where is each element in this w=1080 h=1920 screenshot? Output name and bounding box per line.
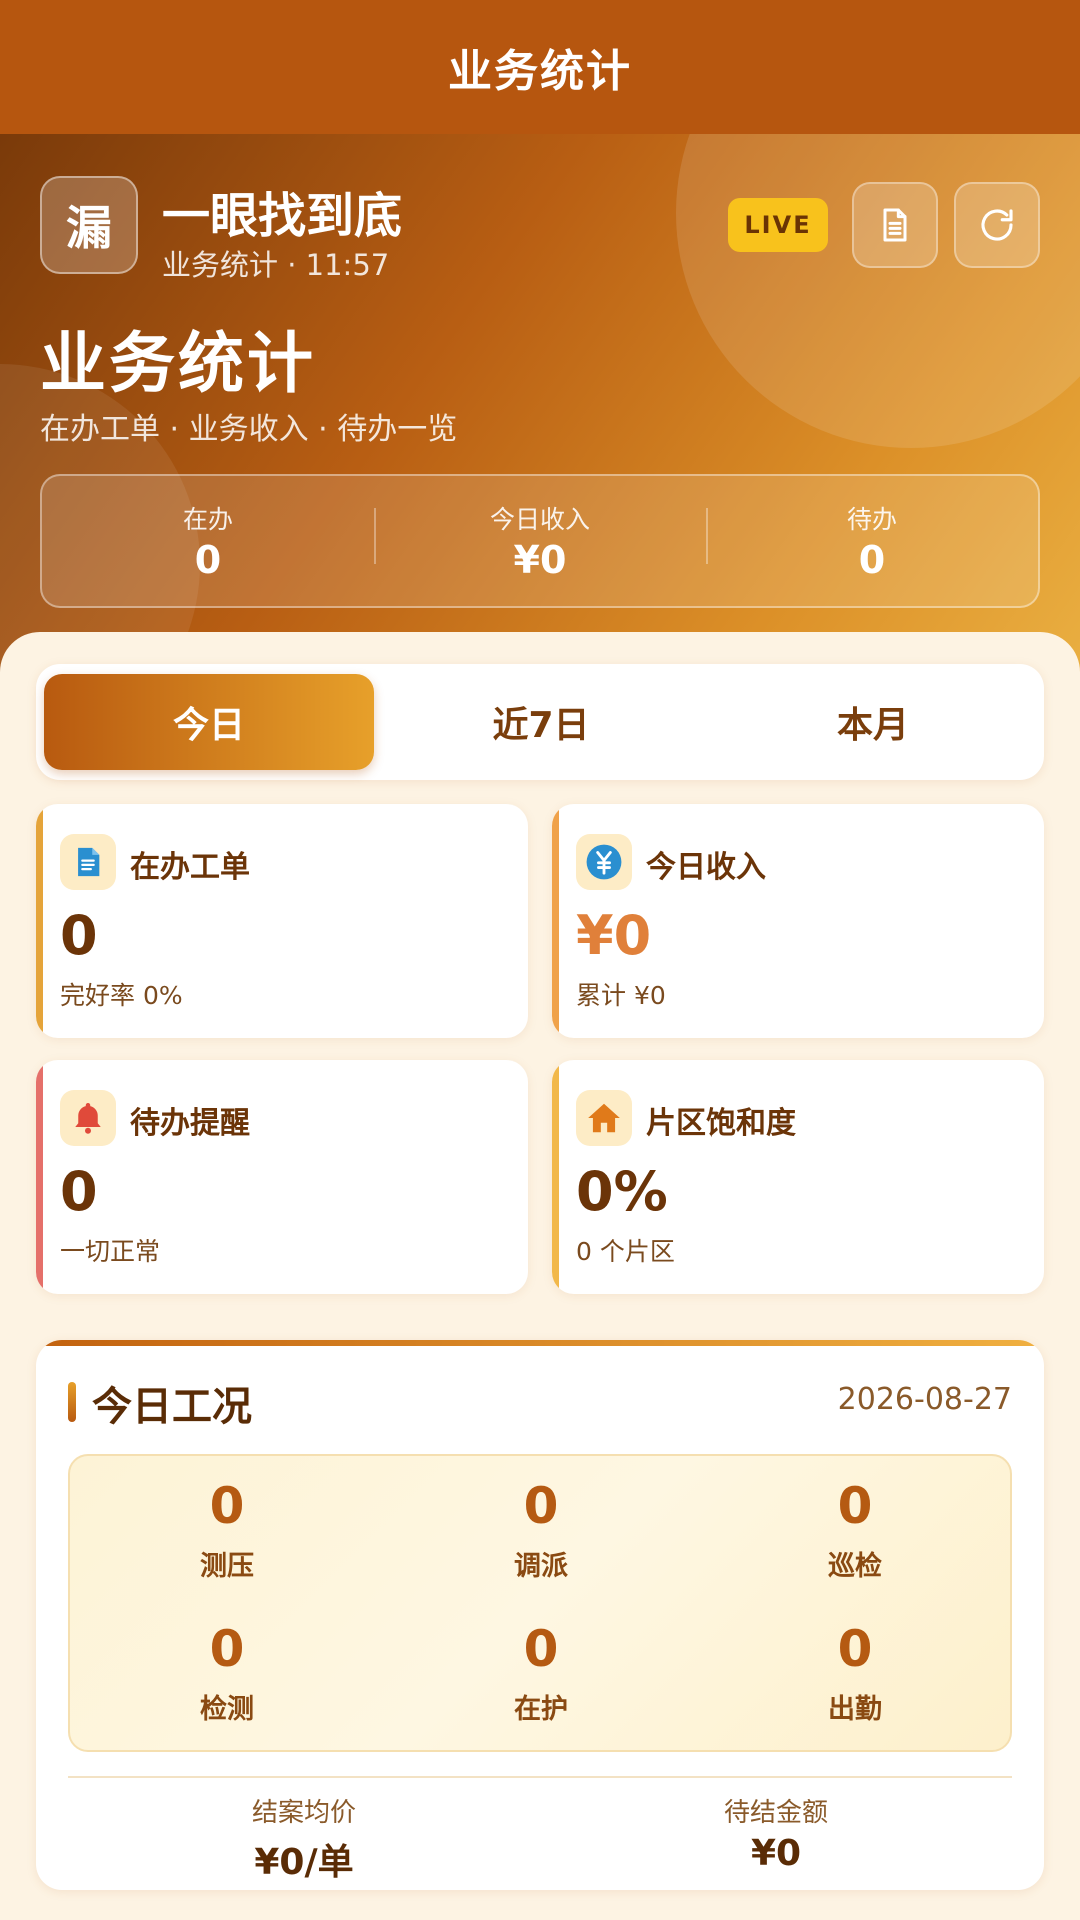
yuan-icon xyxy=(586,844,622,880)
summary-label: 待办 xyxy=(846,505,897,534)
live-badge: LIVE xyxy=(728,198,828,252)
card-subtext: 完好率 0% xyxy=(60,981,183,1010)
card-title: 今日收入 xyxy=(646,850,766,885)
pending-settlement-amount: 待结金额 ¥0 xyxy=(540,1792,1012,1874)
work-stat-value: 0 xyxy=(209,1477,245,1535)
work-stat-attendance[interactable]: 0 出勤 xyxy=(698,1619,1012,1726)
work-stat-label: 巡检 xyxy=(828,1551,882,1582)
stat-card-open-orders[interactable]: 在办工单 0 完好率 0% xyxy=(36,804,528,1038)
card-subtext: 一切正常 xyxy=(60,1237,161,1266)
summary-panel: 在办 0 今日收入 ¥0 待办 0 xyxy=(40,474,1040,608)
hero-header: 漏 一眼找到底 业务统计 · 11:57 LIVE 业务统计 在办工单 · 业务… xyxy=(0,134,1080,694)
stat-card-todo-reminder[interactable]: 待办提醒 0 一切正常 xyxy=(36,1060,528,1294)
card-value: 0 xyxy=(60,904,98,967)
work-stat-detection[interactable]: 0 检测 xyxy=(70,1619,384,1726)
document-icon xyxy=(78,847,100,877)
card-icon-box xyxy=(576,834,632,890)
nav-title: 业务统计 xyxy=(448,46,632,97)
work-stat-patrol[interactable]: 0 巡检 xyxy=(698,1476,1012,1583)
work-stat-label: 检测 xyxy=(200,1694,254,1725)
summary-in-progress: 在办 0 xyxy=(42,500,374,582)
footer-label: 待结金额 xyxy=(723,1798,828,1828)
section-date: 2026-08-27 xyxy=(837,1382,1012,1417)
work-stat-dispatch[interactable]: 0 调派 xyxy=(384,1476,698,1583)
work-stat-value: 0 xyxy=(523,1477,559,1535)
divider xyxy=(68,1776,1012,1778)
bell-icon xyxy=(75,1103,101,1134)
work-stat-value: 0 xyxy=(209,1620,245,1678)
card-value: 0% xyxy=(576,1160,668,1223)
app-logo: 漏 xyxy=(40,176,138,274)
tab-this-month[interactable]: 本月 xyxy=(708,674,1038,770)
summary-income: 今日收入 ¥0 xyxy=(374,500,706,582)
document-icon xyxy=(883,208,907,242)
refresh-icon xyxy=(981,209,1013,241)
card-value: ¥0 xyxy=(576,904,652,967)
summary-value: 0 xyxy=(858,538,886,582)
summary-todo: 待办 0 xyxy=(706,500,1038,582)
footer-label: 结案均价 xyxy=(251,1798,356,1828)
card-subtext: 累计 ¥0 xyxy=(576,981,666,1010)
work-stat-pressure-test[interactable]: 0 测压 xyxy=(70,1476,384,1583)
work-stat-label: 调派 xyxy=(514,1551,568,1582)
footer-value: ¥0 xyxy=(750,1833,802,1874)
footer-value: ¥0/单 xyxy=(254,1842,354,1883)
tab-last-7-days[interactable]: 近7日 xyxy=(376,674,706,770)
card-value: 0 xyxy=(60,1160,98,1223)
stat-card-income[interactable]: 今日收入 ¥0 累计 ¥0 xyxy=(552,804,1044,1038)
section-title: 今日工况 xyxy=(92,1384,252,1430)
work-stat-value: 0 xyxy=(837,1477,873,1535)
stat-card-area-saturation[interactable]: 片区饱和度 0% 0 个片区 xyxy=(552,1060,1044,1294)
nav-bar: 业务统计 xyxy=(0,0,1080,134)
work-stat-label: 在护 xyxy=(514,1694,568,1725)
home-icon xyxy=(588,1103,620,1133)
summary-label: 在办 xyxy=(182,505,233,534)
card-icon-box xyxy=(576,1090,632,1146)
tab-today[interactable]: 今日 xyxy=(44,674,374,770)
summary-value: 0 xyxy=(194,538,222,582)
card-title: 待办提醒 xyxy=(130,1106,250,1141)
summary-label: 今日收入 xyxy=(489,505,590,534)
card-icon-box xyxy=(60,834,116,890)
card-title: 片区饱和度 xyxy=(646,1106,796,1141)
app-name: 一眼找到底 xyxy=(162,188,403,244)
today-work-panel: 今日工况 2026-08-27 0 测压 0 调派 0 巡检 0 检测 0 在护 xyxy=(36,1340,1044,1890)
card-icon-box xyxy=(60,1090,116,1146)
work-stat-maintenance[interactable]: 0 在护 xyxy=(384,1619,698,1726)
app-subtitle: 业务统计 · 11:57 xyxy=(162,248,390,282)
card-title: 在办工单 xyxy=(130,850,250,885)
avg-closing-price: 结案均价 ¥0/单 xyxy=(68,1792,540,1885)
card-subtext: 0 个片区 xyxy=(576,1237,675,1266)
content-sheet: 今日 近7日 本月 在办工单 0 完好率 0% 今日收入 ¥0 累计 ¥0 待办… xyxy=(0,632,1080,1920)
work-stats-grid: 0 测压 0 调派 0 巡检 0 检测 0 在护 0 出勤 xyxy=(68,1454,1012,1752)
period-tabs: 今日 近7日 本月 xyxy=(36,664,1044,780)
page-tagline: 在办工单 · 业务收入 · 待办一览 xyxy=(40,412,458,447)
work-stat-label: 出勤 xyxy=(828,1694,882,1725)
page-title: 业务统计 xyxy=(40,325,316,402)
work-stat-value: 0 xyxy=(837,1620,873,1678)
work-stat-value: 0 xyxy=(523,1620,559,1678)
panel-accent-line xyxy=(36,1340,1044,1346)
summary-value: ¥0 xyxy=(513,538,567,582)
work-stat-label: 测压 xyxy=(200,1551,254,1582)
report-button[interactable] xyxy=(852,182,938,268)
refresh-button[interactable] xyxy=(954,182,1040,268)
section-marker xyxy=(68,1382,76,1422)
